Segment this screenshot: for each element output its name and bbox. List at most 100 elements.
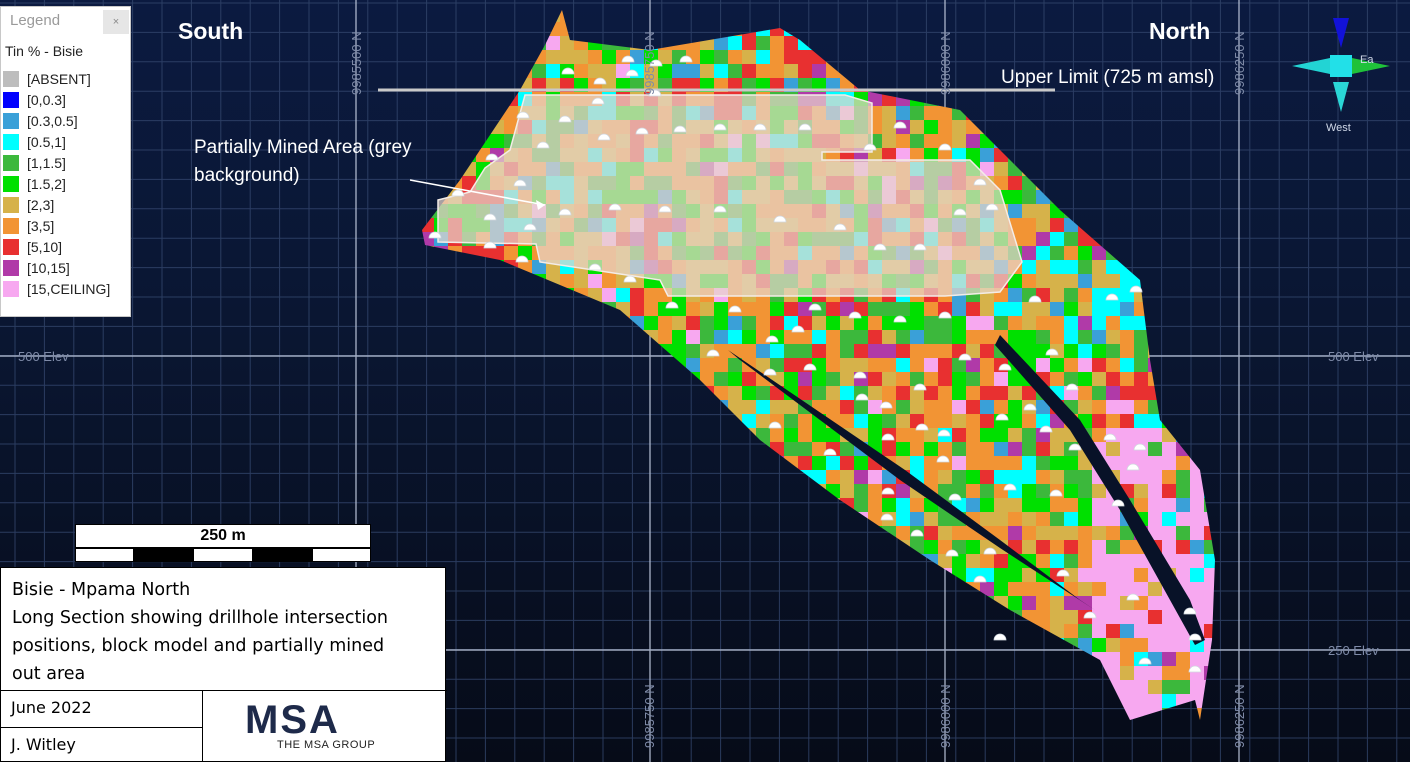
block-cell (476, 316, 490, 330)
block-cell (770, 722, 784, 736)
block-cell (966, 316, 980, 330)
block-cell (700, 722, 714, 736)
block-cell (938, 442, 952, 456)
block-cell (1036, 316, 1050, 330)
block-cell (1190, 456, 1204, 470)
block-cell (602, 456, 616, 470)
block-cell (770, 540, 784, 554)
block-cell (770, 610, 784, 624)
block-cell (770, 680, 784, 694)
block-cell (742, 330, 756, 344)
block-cell (1190, 526, 1204, 540)
block-cell (1078, 274, 1092, 288)
block-cell (672, 596, 686, 610)
block-cell (896, 106, 910, 120)
block-cell (756, 610, 770, 624)
block-cell (560, 330, 574, 344)
block-cell (448, 358, 462, 372)
block-cell (784, 498, 798, 512)
block-cell (462, 722, 476, 736)
block-cell (910, 512, 924, 526)
block-cell (910, 106, 924, 120)
block-cell (644, 582, 658, 596)
block-cell (840, 372, 854, 386)
block-cell (602, 526, 616, 540)
block-cell (1050, 512, 1064, 526)
block-cell (644, 400, 658, 414)
block-cell (1106, 540, 1120, 554)
block-cell (756, 624, 770, 638)
block-cell (742, 596, 756, 610)
block-cell (1106, 526, 1120, 540)
block-cell (588, 288, 602, 302)
block-cell (504, 498, 518, 512)
block-cell (546, 526, 560, 540)
block-cell (1050, 302, 1064, 316)
block-cell (742, 456, 756, 470)
block-cell (826, 484, 840, 498)
block-cell (1176, 540, 1190, 554)
block-cell (1190, 386, 1204, 400)
block-cell (756, 694, 770, 708)
block-cell (756, 526, 770, 540)
elevation-label: 500 Elev (1328, 349, 1379, 364)
block-cell (1050, 610, 1064, 624)
block-cell (1022, 652, 1036, 666)
block-cell (1092, 190, 1106, 204)
block-cell (1050, 694, 1064, 708)
block-cell (938, 106, 952, 120)
block-cell (952, 22, 966, 36)
block-cell (658, 498, 672, 512)
block-cell (728, 358, 742, 372)
block-cell (1106, 610, 1120, 624)
block-cell (994, 680, 1008, 694)
block-cell (1078, 36, 1092, 50)
block-cell (980, 512, 994, 526)
block-cell (728, 540, 742, 554)
block-cell (1064, 316, 1078, 330)
block-cell (812, 484, 826, 498)
block-cell (1036, 36, 1050, 50)
block-cell (910, 652, 924, 666)
block-cell (1092, 288, 1106, 302)
block-cell (1120, 442, 1134, 456)
block-cell (504, 316, 518, 330)
block-cell (602, 722, 616, 736)
block-cell (518, 372, 532, 386)
block-cell (798, 568, 812, 582)
block-cell (602, 470, 616, 484)
block-cell (868, 722, 882, 736)
block-cell (1204, 106, 1215, 120)
block-cell (994, 582, 1008, 596)
block-cell (994, 36, 1008, 50)
block-cell (1190, 708, 1204, 720)
block-cell (434, 540, 448, 554)
block-cell (1176, 330, 1190, 344)
block-cell (560, 498, 574, 512)
block-cell (1050, 274, 1064, 288)
block-cell (1176, 302, 1190, 316)
block-cell (504, 372, 518, 386)
block-cell (490, 134, 504, 148)
block-cell (462, 568, 476, 582)
block-cell (462, 36, 476, 50)
block-cell (826, 316, 840, 330)
block-cell (1092, 708, 1106, 720)
block-cell (784, 456, 798, 470)
block-cell (1134, 330, 1148, 344)
block-cell (644, 652, 658, 666)
block-cell (700, 484, 714, 498)
block-cell (1064, 204, 1078, 218)
block-cell (1022, 694, 1036, 708)
close-icon[interactable]: × (103, 10, 129, 34)
block-cell (798, 624, 812, 638)
block-cell (1022, 134, 1036, 148)
block-cell (938, 414, 952, 428)
block-cell (980, 484, 994, 498)
elevation-label: 250 Elev (1328, 643, 1379, 658)
block-cell (952, 456, 966, 470)
block-cell (1162, 652, 1176, 666)
block-cell (1176, 666, 1190, 680)
block-cell (644, 330, 658, 344)
block-cell (1134, 36, 1148, 50)
